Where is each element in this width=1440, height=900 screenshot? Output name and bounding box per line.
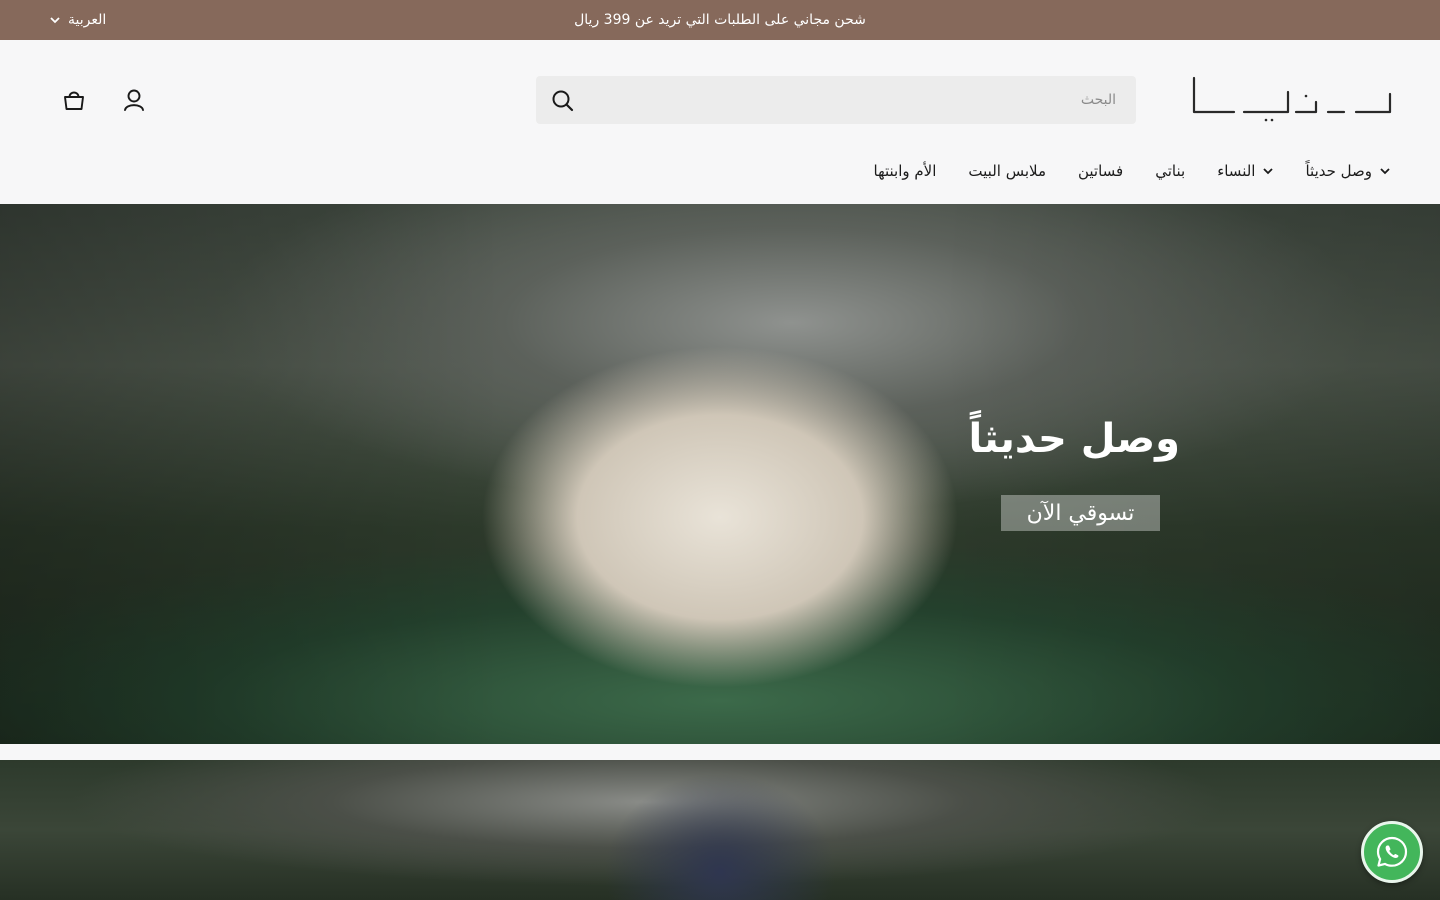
nav-item-loungewear[interactable]: ملابس البيت (968, 162, 1046, 180)
nav-item-label: النساء (1217, 162, 1256, 180)
hero-title: وصل حديثاً (968, 416, 1180, 462)
site-header: وصل حديثاً النساء بناتي فساتين ملابس الب… (0, 40, 1440, 204)
hero-image (0, 204, 1440, 744)
main-navigation: وصل حديثاً النساء بناتي فساتين ملابس الب… (874, 162, 1391, 180)
search-input[interactable] (596, 76, 1116, 124)
shop-now-button[interactable]: تسوقي الآن (1001, 495, 1160, 531)
nav-item-dresses[interactable]: فساتين (1078, 162, 1123, 180)
language-selector[interactable]: العربية (50, 0, 106, 40)
language-label: العربية (68, 12, 107, 28)
nav-item-girls[interactable]: بناتي (1155, 162, 1185, 180)
chevron-down-icon (1380, 168, 1390, 175)
search-icon[interactable] (550, 88, 576, 114)
nav-item-label: الأم وابنتها (873, 162, 937, 180)
nav-item-label: فساتين (1077, 162, 1124, 180)
chevron-down-icon (1263, 168, 1274, 175)
nav-item-label: وصل حديثاً (1305, 162, 1372, 180)
nav-item-women[interactable]: النساء (1217, 162, 1274, 180)
secondary-banner[interactable] (0, 760, 1440, 900)
announcement-text: شحن مجاني على الطلبات التي تريد عن 399 ر… (574, 12, 866, 28)
nav-item-mother-daughter[interactable]: الأم وابنتها (874, 162, 937, 180)
brand-logo[interactable] (1188, 74, 1394, 122)
search-bar (536, 76, 1136, 124)
hero-banner[interactable]: وصل حديثاً تسوقي الآن (0, 204, 1440, 744)
nav-item-label: ملابس البيت (968, 162, 1046, 180)
announcement-bar: شحن مجاني على الطلبات التي تريد عن 399 ر… (0, 0, 1440, 40)
whatsapp-icon[interactable] (1361, 821, 1423, 883)
user-icon[interactable] (120, 86, 148, 114)
nav-item-label: بناتي (1155, 162, 1186, 180)
nav-item-new-arrivals[interactable]: وصل حديثاً (1305, 162, 1390, 180)
shopping-bag-icon[interactable] (60, 86, 88, 114)
chevron-down-icon (50, 17, 60, 24)
